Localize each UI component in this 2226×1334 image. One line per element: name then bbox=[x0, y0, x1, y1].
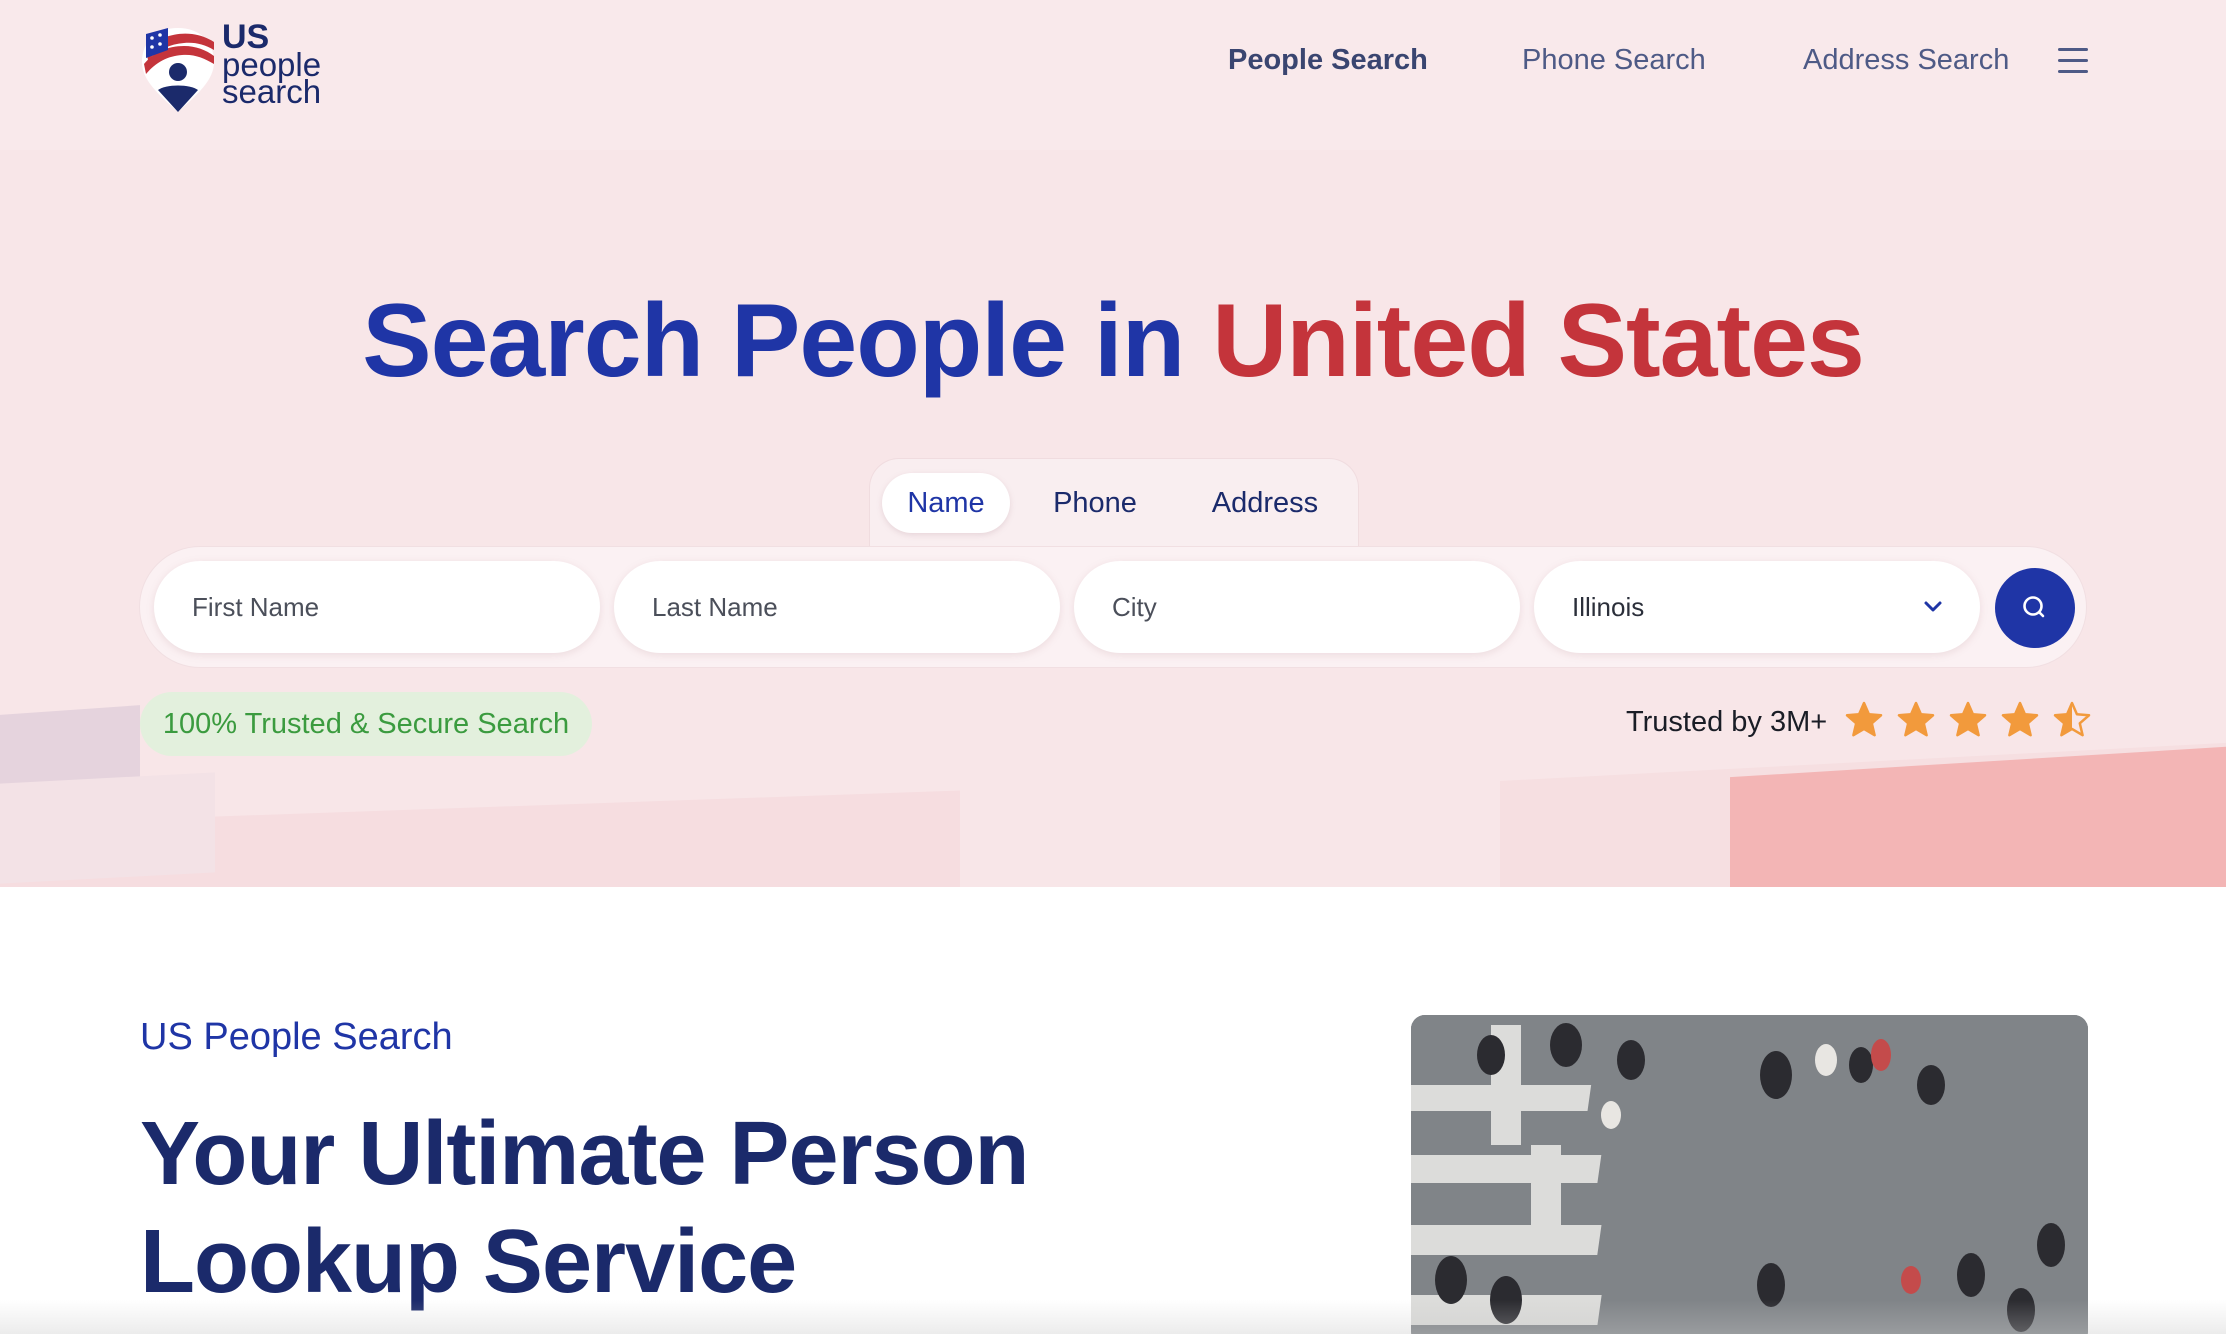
state-select[interactable]: Illinois bbox=[1534, 561, 1980, 653]
search-type-tabs: Name Phone Address bbox=[869, 458, 1359, 548]
trusted-by-label: Trusted by 3M+ bbox=[1626, 706, 1828, 738]
city-field[interactable] bbox=[1074, 561, 1520, 653]
first-name-field[interactable] bbox=[154, 561, 600, 653]
hero-title: Search People in United States bbox=[0, 282, 2226, 401]
star-half-icon bbox=[2053, 701, 2091, 737]
tab-phone[interactable]: Phone bbox=[1020, 473, 1170, 533]
secure-search-badge: 100% Trusted & Secure Search bbox=[140, 692, 592, 756]
hamburger-menu-icon[interactable] bbox=[2058, 48, 2088, 74]
star-full-icon bbox=[1845, 701, 1883, 737]
section-title: Your Ultimate Person Lookup Service bbox=[140, 1104, 1030, 1312]
crowd-photo-illustration bbox=[1411, 1015, 2088, 1334]
nav-phone-search[interactable]: Phone Search bbox=[1522, 44, 1706, 77]
logo-pin-flag-icon bbox=[142, 28, 214, 112]
tab-name[interactable]: Name bbox=[882, 473, 1010, 533]
star-full-icon bbox=[2001, 701, 2039, 737]
hero-title-part1: Search People in bbox=[362, 283, 1185, 399]
site-logo[interactable]: US people search bbox=[138, 20, 338, 115]
hero-title-part2: United States bbox=[1212, 283, 1865, 399]
section-kicker: US People Search bbox=[140, 1016, 453, 1058]
star-full-icon bbox=[1949, 701, 1987, 737]
logo-text: US people search bbox=[222, 20, 322, 110]
nav-people-search[interactable]: People Search bbox=[1228, 44, 1428, 77]
tab-address[interactable]: Address bbox=[1180, 473, 1350, 533]
search-button[interactable] bbox=[1995, 568, 2075, 648]
state-select-value: Illinois bbox=[1572, 591, 1645, 622]
first-name-input[interactable] bbox=[192, 591, 600, 623]
city-input[interactable] bbox=[1112, 591, 1520, 623]
decorative-shape bbox=[0, 772, 215, 884]
last-name-input[interactable] bbox=[652, 591, 1060, 623]
last-name-field[interactable] bbox=[614, 561, 1060, 653]
logo-text-search: search bbox=[222, 73, 322, 110]
rating-stars bbox=[1844, 700, 2092, 740]
crowd-crosswalk-photo bbox=[1411, 1015, 2088, 1334]
search-icon bbox=[2023, 596, 2045, 618]
star-full-icon bbox=[1897, 701, 1935, 737]
nav-address-search[interactable]: Address Search bbox=[1803, 44, 2009, 77]
search-form: Illinois bbox=[139, 546, 2087, 668]
chevron-down-icon bbox=[1924, 601, 1942, 612]
